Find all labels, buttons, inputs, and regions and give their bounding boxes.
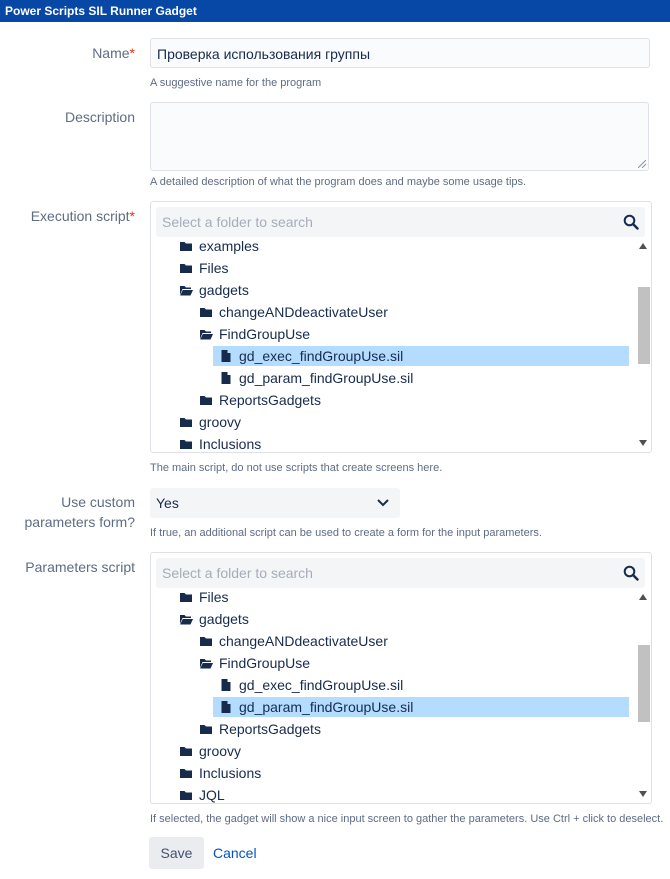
folder-icon [180, 593, 192, 602]
tree-item-label: Inclusions [199, 436, 262, 452]
folder-icon [180, 242, 192, 251]
folder-open-icon [200, 659, 213, 669]
name-input[interactable]: Проверка использования группы [150, 38, 650, 68]
tree-item[interactable]: gd_exec_findGroupUse.sil [151, 675, 629, 695]
custom-params-label-1: Use custom [61, 494, 135, 510]
tree-item[interactable]: ReportsGadgets [151, 390, 629, 410]
tree-item[interactable]: gd_param_findGroupUse.sil [151, 368, 629, 388]
tree-item-label: groovy [199, 743, 242, 759]
tree-item[interactable]: changeANDdeactivateUser [151, 631, 629, 651]
file-icon [221, 350, 231, 362]
tree-item-label: gd_param_findGroupUse.sil [239, 370, 414, 386]
folder-open-icon [180, 286, 193, 296]
tree-item[interactable]: ReportsGadgets [151, 719, 629, 739]
scroll-down-icon[interactable] [638, 790, 648, 798]
tree-item-label: gd_param_findGroupUse.sil [239, 699, 414, 715]
tree-item[interactable]: groovy [151, 412, 629, 432]
folder-icon [180, 769, 192, 778]
folder-icon [200, 396, 212, 405]
tree-item[interactable]: examples [151, 236, 629, 256]
custom-params-select[interactable]: Yes [150, 488, 400, 518]
description-label: Description [64, 109, 135, 125]
tree-item[interactable]: FindGroupUse [151, 324, 629, 344]
execution-search-placeholder: Select a folder to search [162, 214, 313, 230]
tree-item[interactable]: groovy [151, 741, 629, 761]
tree-item-label: JQL [199, 787, 225, 803]
tree-item-label: FindGroupUse [219, 326, 311, 342]
scroll-up-icon[interactable] [638, 242, 648, 250]
execution-script-hint: The main script, do not use scripts that… [150, 462, 443, 474]
gadget-title: Power Scripts SIL Runner Gadget [0, 0, 670, 22]
tree-item[interactable]: gadgets [151, 280, 629, 300]
file-icon [221, 701, 231, 713]
parameters-tree-list: Files gadgets changeANDdeactivateUser FindG… [151, 587, 635, 803]
folder-icon [200, 308, 212, 317]
name-label: Name* [92, 45, 135, 61]
tree-item-label: ReportsGadgets [219, 721, 321, 737]
tree-item-label: ReportsGadgets [219, 392, 321, 408]
tree-item-label: gadgets [199, 611, 249, 627]
save-button[interactable]: Save [149, 837, 204, 869]
search-icon[interactable] [623, 214, 639, 230]
tree-item-label: Files [199, 260, 229, 276]
tree-item[interactable]: changeANDdeactivateUser [151, 302, 629, 322]
tree-item[interactable]: Inclusions [151, 434, 629, 452]
search-icon[interactable] [623, 565, 639, 581]
parameters-search-placeholder: Select a folder to search [162, 565, 313, 581]
scrollbar-thumb[interactable] [638, 645, 650, 722]
folder-icon [180, 791, 192, 800]
scroll-down-icon[interactable] [638, 439, 648, 447]
tree-item-label: examples [199, 238, 259, 254]
scrollbar-thumb[interactable] [638, 287, 650, 364]
execution-script-tree[interactable]: Select a folder to search examples Files g… [150, 201, 652, 453]
tree-item-label: Inclusions [199, 765, 262, 781]
parameters-script-hint: If selected, the gadget will show a nice… [150, 813, 664, 825]
folder-icon [180, 747, 192, 756]
name-input-value: Проверка использования группы [157, 46, 371, 62]
tree-item-label: gd_exec_findGroupUse.sil [239, 348, 404, 364]
folder-icon [200, 725, 212, 734]
description-textarea[interactable] [150, 102, 649, 171]
parameters-scrollbar[interactable] [635, 587, 651, 803]
tree-item-label: Files [199, 589, 229, 605]
description-hint: A detailed description of what the progr… [150, 176, 527, 188]
resize-handle-icon[interactable] [638, 160, 646, 168]
tree-item[interactable]: gadgets [151, 609, 629, 629]
chevron-down-icon [377, 499, 389, 507]
folder-icon [180, 264, 192, 273]
execution-script-label: Execution script* [30, 208, 135, 224]
tree-item[interactable]: gd_param_findGroupUse.sil [213, 697, 629, 717]
tree-item-label: changeANDdeactivateUser [219, 304, 388, 320]
parameters-script-label: Parameters script [25, 559, 135, 575]
parameters-search-input[interactable]: Select a folder to search [156, 558, 645, 588]
tree-item[interactable]: Inclusions [151, 763, 629, 783]
folder-open-icon [200, 330, 213, 340]
tree-item[interactable]: Files [151, 258, 629, 278]
tree-item[interactable]: FindGroupUse [151, 653, 629, 673]
tree-item-label: groovy [199, 414, 242, 430]
folder-open-icon [180, 615, 193, 625]
tree-item[interactable]: JQL [151, 785, 629, 803]
folder-icon [180, 440, 192, 449]
folder-icon [180, 418, 192, 427]
file-icon [221, 372, 231, 384]
cancel-link[interactable]: Cancel [213, 845, 257, 861]
custom-params-hint: If true, an additional script can be use… [150, 527, 542, 539]
folder-icon [200, 637, 212, 646]
custom-params-value: Yes [156, 495, 179, 511]
execution-tree-list: examples Files gadgets changeANDdeactivateU… [151, 236, 635, 452]
tree-item[interactable]: gd_exec_findGroupUse.sil [213, 346, 629, 366]
file-icon [221, 679, 231, 691]
tree-item-label: gd_exec_findGroupUse.sil [239, 677, 404, 693]
tree-item-label: changeANDdeactivateUser [219, 633, 388, 649]
tree-item[interactable]: Files [151, 587, 629, 607]
tree-item-label: FindGroupUse [219, 655, 311, 671]
execution-search-input[interactable]: Select a folder to search [156, 207, 645, 237]
name-hint: A suggestive name for the program [150, 77, 322, 89]
execution-scrollbar[interactable] [635, 236, 651, 452]
parameters-script-tree[interactable]: Select a folder to search Files gadgets ch… [150, 552, 652, 804]
tree-item-label: gadgets [199, 282, 249, 298]
custom-params-label-2: parameters form? [24, 514, 135, 530]
scroll-up-icon[interactable] [638, 593, 648, 601]
